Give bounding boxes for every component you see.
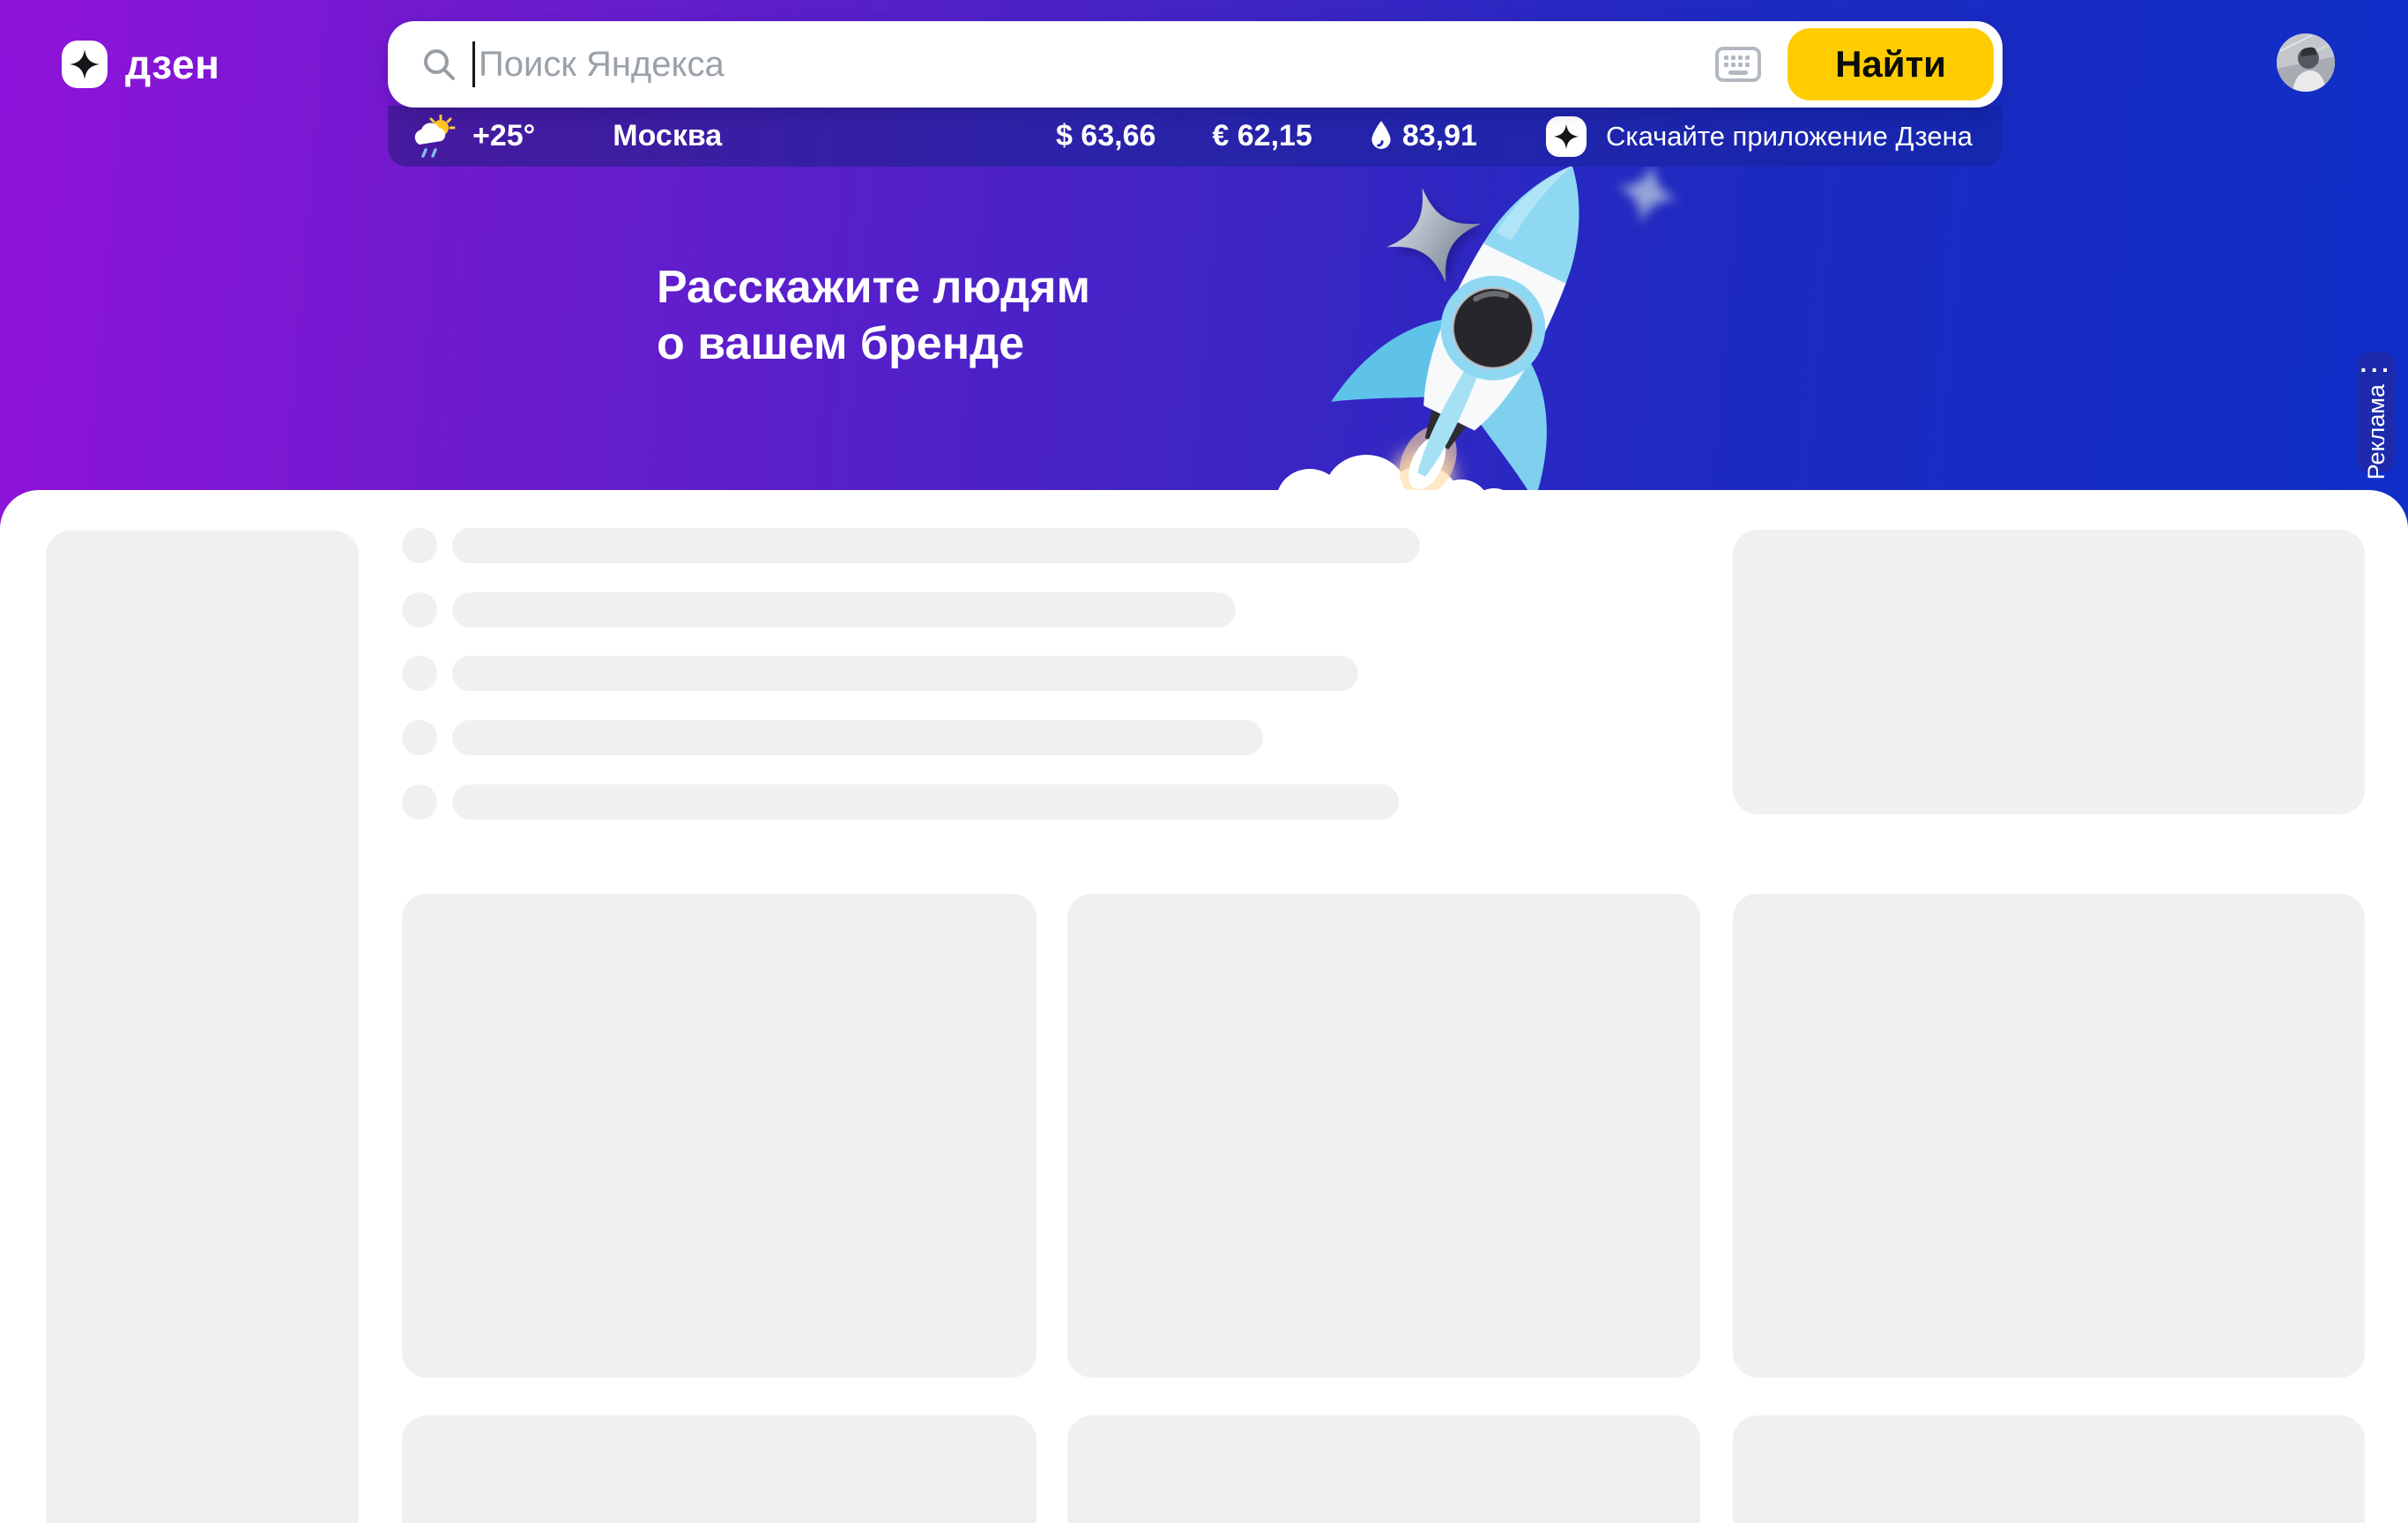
content-card <box>0 490 2408 1523</box>
skeleton-row <box>402 656 1420 691</box>
headline-line1: Расскажите людям <box>657 259 1090 316</box>
skeleton-bar <box>452 784 1399 820</box>
card-skeleton <box>402 1415 1037 1523</box>
card-skeleton <box>1067 1415 1700 1523</box>
silver-star-icon <box>1371 172 1497 298</box>
skeleton-bar <box>452 656 1358 691</box>
text-cursor <box>472 41 475 87</box>
rocket-icon <box>1294 101 1694 550</box>
oil-rate[interactable]: 83,91 <box>1369 119 1477 153</box>
avatar-photo <box>2277 33 2335 92</box>
card-skeleton <box>1067 894 1700 1378</box>
skeleton-bar <box>452 720 1263 755</box>
search-input[interactable] <box>479 21 1715 108</box>
ad-banner-headline[interactable]: Расскажите людям о вашем бренде <box>657 259 1090 372</box>
app-promo-text: Скачайте приложение Дзена <box>1606 121 1973 152</box>
sidebar-skeleton <box>46 531 359 1523</box>
keyboard-icon[interactable] <box>1715 46 1761 83</box>
user-avatar[interactable] <box>2277 33 2335 92</box>
card-skeleton <box>402 894 1037 1378</box>
search-submit-button[interactable]: Найти <box>1787 28 1994 100</box>
search-icon <box>420 45 458 84</box>
skeleton-avatar <box>402 720 437 755</box>
dzen-logo-badge <box>62 41 108 88</box>
dzen-star-icon <box>69 48 100 80</box>
infobar: +25° Москва $ 63,66 € 62,15 83,91 <box>388 106 2003 167</box>
skeleton-avatar <box>402 592 437 628</box>
widget-skeleton <box>1733 530 2365 814</box>
dzen-homepage: дзен Найти <box>0 0 2408 1523</box>
usd-rate[interactable]: $ 63,66 <box>1056 119 1156 153</box>
skeleton-avatar <box>402 656 437 691</box>
ad-label: Реклама <box>2363 384 2390 479</box>
skeleton-bar <box>452 528 1420 563</box>
headline-line2: о вашем бренде <box>657 316 1090 372</box>
search-bar: Найти <box>388 21 2003 108</box>
ad-info-tab[interactable]: ··· Реклама <box>2358 353 2395 472</box>
oil-price: 83,91 <box>1402 119 1477 153</box>
city-link[interactable]: Москва <box>613 119 722 153</box>
dzen-logo-text: дзен <box>125 41 219 88</box>
skeleton-row <box>402 592 1420 628</box>
skeleton-bar <box>452 592 1236 628</box>
dzen-mini-badge <box>1546 116 1587 157</box>
currency-rates: $ 63,66 € 62,15 83,91 <box>1056 119 1477 153</box>
weather-temperature[interactable]: +25° <box>472 119 535 153</box>
app-download-link[interactable]: Скачайте приложение Дзена <box>1546 116 1973 157</box>
skeleton-row <box>402 720 1420 755</box>
feed-list-skeleton <box>402 528 1420 849</box>
ad-menu-dots-icon[interactable]: ··· <box>2360 360 2393 381</box>
card-skeleton <box>1733 1415 2365 1523</box>
eur-rate[interactable]: € 62,15 <box>1212 119 1312 153</box>
oil-droplet-icon <box>1369 120 1394 153</box>
skeleton-row <box>402 528 1420 563</box>
dzen-logo[interactable]: дзен <box>62 41 219 88</box>
skeleton-avatar <box>402 528 437 563</box>
weather-sun-cloud-rain-icon <box>411 115 458 159</box>
skeleton-row <box>402 784 1420 820</box>
rocket-illustration <box>1260 106 1789 511</box>
card-skeleton <box>1733 894 2365 1378</box>
skeleton-avatar <box>402 784 437 820</box>
dzen-star-icon <box>1553 123 1579 150</box>
